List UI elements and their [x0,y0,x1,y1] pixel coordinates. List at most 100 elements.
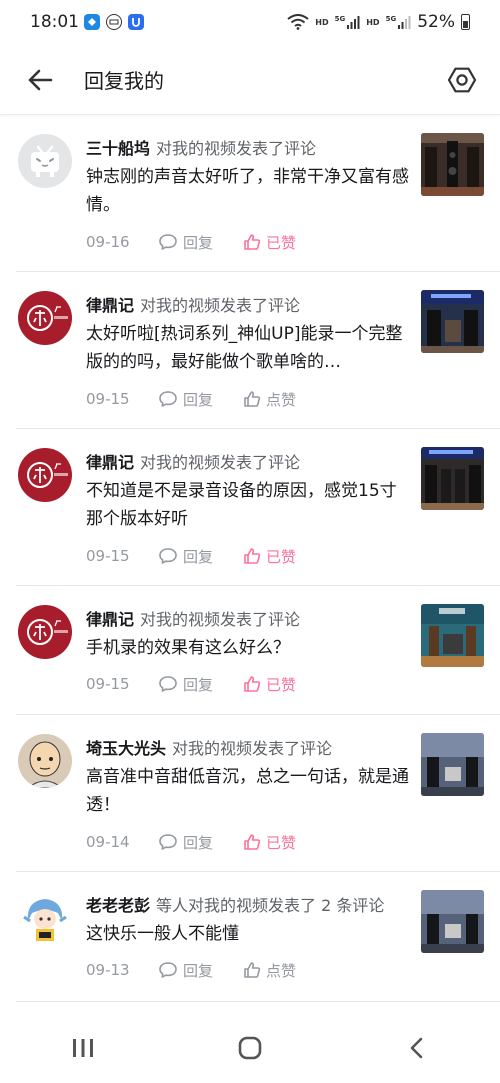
seal-logo-avatar-icon [27,462,68,488]
reply-meta: 09-13 回复 点赞 [86,958,296,982]
reply-button[interactable]: 回复 [158,832,243,853]
comment-icon [159,676,177,692]
video-thumbnail[interactable] [421,133,484,196]
comment-icon [159,962,177,978]
video-thumbnail[interactable] [421,733,484,796]
reply-item[interactable]: 埼玉大光头 对我的视频发表了评论 高音准中音甜低音沉，总之一句话，就是通透！ 09… [0,715,500,872]
battery-percent: 52% [417,12,455,32]
wifi-icon [287,14,309,30]
like-button[interactable]: 已赞 [243,232,296,253]
avatar[interactable] [18,134,72,188]
comment-text[interactable]: 太好听啦[热词系列_神仙UP]能录一个完整版的的吗，最好能做个歌单啥的… [86,320,411,376]
reply-date: 09-15 [86,547,130,565]
comment-text[interactable]: 钟志刚的声音太好听了，非常干净又富有感情。 [86,163,411,219]
action-text: 对我的视频发表了评论 [140,296,301,315]
seal-logo-avatar-icon [27,305,68,331]
reply-button[interactable]: 回复 [158,389,243,410]
shield-app-icon [128,14,144,30]
video-thumbnail[interactable] [421,290,484,353]
avatar[interactable] [18,605,72,659]
page-title: 回复我的 [84,69,164,93]
hd-label-1: HD [315,17,329,27]
comment-text[interactable]: 高音准中音甜低音沉，总之一句话，就是通透！ [86,763,411,819]
home-button[interactable] [220,1028,280,1068]
reply-meta: 09-15 回复 点赞 [86,387,296,411]
like-button[interactable]: 点赞 [243,960,296,981]
reply-meta: 09-16 回复 已赞 [86,230,296,254]
username[interactable]: 律鼎记 [86,610,134,629]
action-text: 对我的视频发表了评论 [140,453,301,472]
video-thumbnail[interactable] [421,447,484,510]
reply-label: 回复 [183,675,214,694]
comment-text[interactable]: 不知道是不是录音设备的原因，感觉15寸那个版本好听 [86,477,411,533]
avatar[interactable] [18,448,72,502]
reply-meta: 09-14 回复 已赞 [86,830,296,854]
idm-app-icon [106,14,122,30]
avatar[interactable] [18,734,72,788]
reply-item[interactable]: 律鼎记 对我的视频发表了评论 太好听啦[热词系列_神仙UP]能录一个完整版的的吗，… [0,272,500,429]
reply-date: 09-15 [86,390,130,408]
like-label: 点赞 [266,961,297,980]
reply-item[interactable]: 律鼎记 对我的视频发表了评论 手机录的效果有这么好么？ 09-15 回复 已赞 [0,586,500,715]
reply-label: 回复 [183,390,214,409]
comment-text[interactable]: 这快乐一般人不能懂 [86,920,411,948]
like-label: 已赞 [266,833,297,852]
thumbs-up-icon [244,234,261,250]
reply-header: 三十船坞 对我的视频发表了评论 [86,135,316,159]
back-chevron-icon [410,1037,422,1059]
reply-item[interactable]: 律鼎记 对我的视频发表了评论 不知道是不是录音设备的原因，感觉15寸那个版本好听 … [0,429,500,586]
signal-1-icon: 5G [335,15,361,29]
reply-date: 09-16 [86,233,130,251]
username[interactable]: 律鼎记 [86,453,134,472]
system-nav-bar [0,1013,500,1083]
status-bar: 18:01 HD 5G HD 5G 52% [0,0,500,46]
action-text: 对我的视频发表了评论 [172,739,333,758]
like-label: 已赞 [266,547,297,566]
like-button[interactable]: 已赞 [243,674,296,695]
thumbs-up-icon [244,676,261,692]
action-text: 对我的视频发表了评论 [156,139,317,158]
like-button[interactable]: 已赞 [243,832,296,853]
reply-date: 09-14 [86,833,130,851]
username[interactable]: 埼玉大光头 [86,739,166,758]
avatar[interactable] [18,291,72,345]
reply-header: 律鼎记 对我的视频发表了评论 [86,606,300,630]
app-notification-icon [84,14,100,30]
comment-text[interactable]: 手机录的效果有这么好么？ [86,634,411,662]
reply-item[interactable]: 老老老彭 等人对我的视频发表了 2 条评论 这快乐一般人不能懂 09-13 回复 … [0,872,500,1002]
battery-icon [461,14,470,30]
username[interactable]: 老老老彭 [86,896,150,915]
action-text: 对我的视频发表了评论 [140,610,301,629]
reply-header: 律鼎记 对我的视频发表了评论 [86,449,300,473]
thumbs-up-icon [244,962,261,978]
video-thumbnail[interactable] [421,890,484,953]
reply-button[interactable]: 回复 [158,232,243,253]
reply-header: 老老老彭 等人对我的视频发表了 2 条评论 [86,892,384,916]
thumbs-up-icon [244,391,261,407]
reply-item[interactable]: 三十船坞 对我的视频发表了评论 钟志刚的声音太好听了，非常干净又富有感情。 09-… [0,115,500,272]
anime-girl-avatar-icon [23,899,67,941]
like-button[interactable]: 点赞 [243,389,296,410]
status-indicators: HD 5G HD 5G 52% [287,12,470,32]
username[interactable]: 三十船坞 [86,139,150,158]
signal-2-icon: 5G [386,15,412,29]
reply-button[interactable]: 回复 [158,674,243,695]
settings-button[interactable] [444,62,480,98]
reply-date: 09-15 [86,675,130,693]
status-app-icons [84,14,144,30]
reply-date: 09-13 [86,961,130,979]
back-nav-button[interactable] [387,1028,447,1068]
reply-meta: 09-15 回复 已赞 [86,672,296,696]
back-button[interactable] [22,62,58,98]
recent-apps-icon [73,1039,94,1057]
recent-apps-button[interactable] [53,1028,113,1068]
reply-button[interactable]: 回复 [158,960,243,981]
avatar[interactable] [18,891,72,945]
seal-logo-avatar-icon [27,619,68,645]
like-button[interactable]: 已赞 [243,546,296,567]
username[interactable]: 律鼎记 [86,296,134,315]
video-thumbnail[interactable] [421,604,484,667]
reply-button[interactable]: 回复 [158,546,243,567]
thumbs-up-icon [244,548,261,564]
comment-icon [159,234,177,250]
